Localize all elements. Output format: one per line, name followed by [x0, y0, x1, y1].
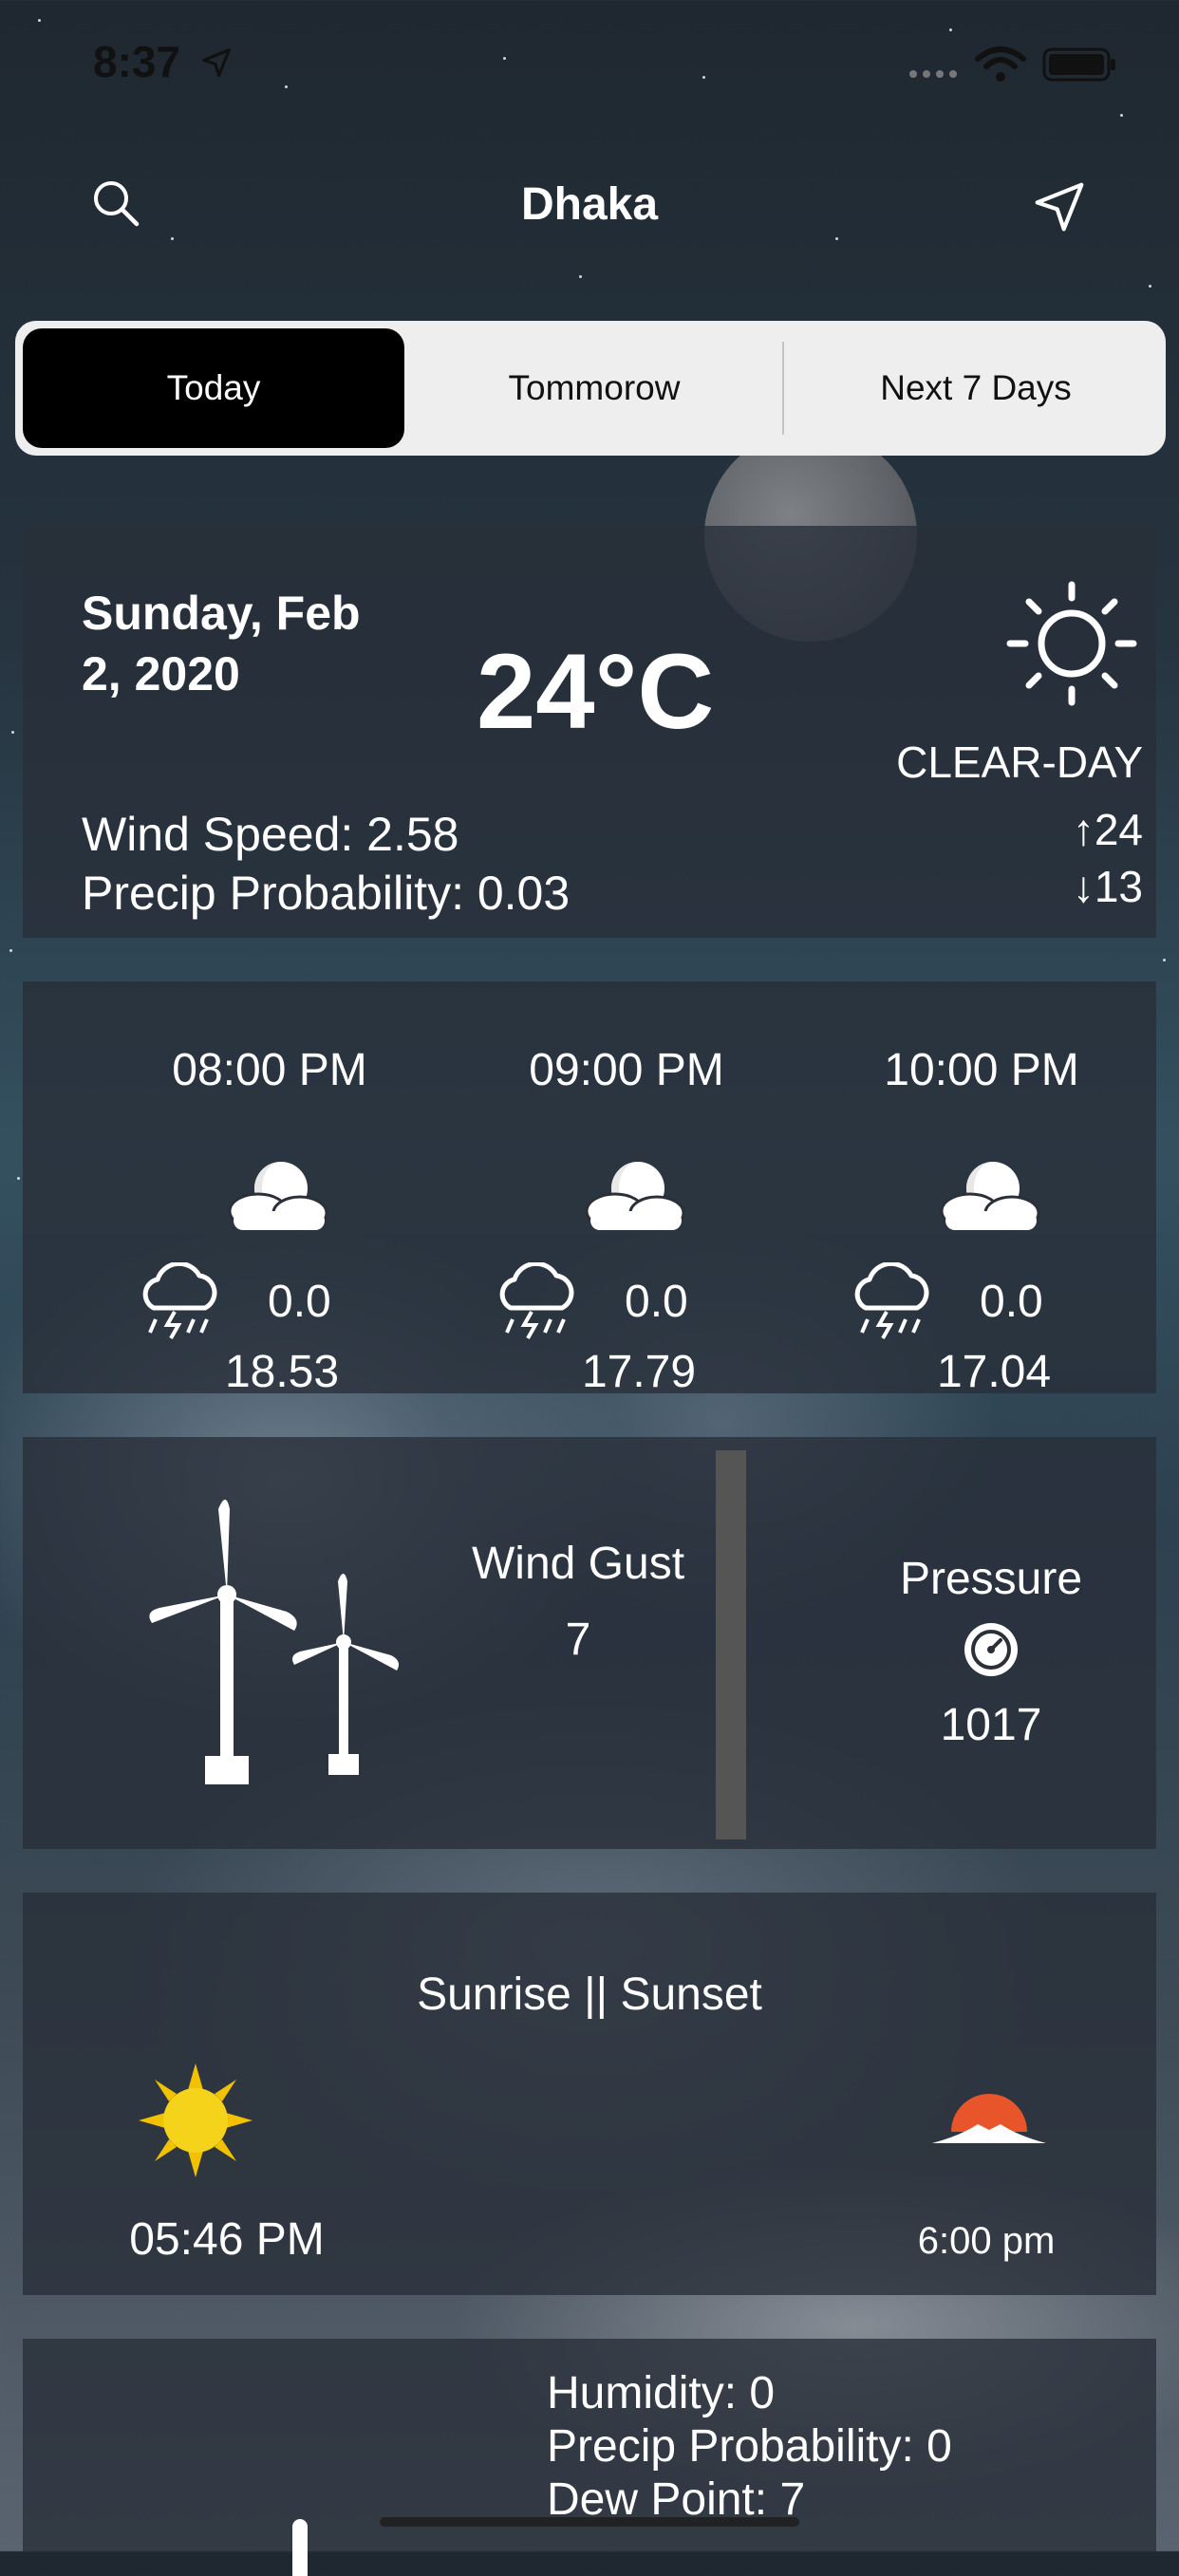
city-title: Dhaka	[520, 179, 659, 230]
hour-temp: 17.79	[581, 1347, 697, 1397]
date-line-1: Sunday, Feb	[82, 587, 361, 640]
cellular-signal-icon	[909, 70, 957, 78]
low-temp: ↓13	[1072, 862, 1143, 911]
thunderstorm-icon	[142, 1262, 217, 1339]
high-low: ↑24 ↓13	[1073, 801, 1143, 915]
wind-pressure-card: Wind Gust 7 Pressure 1017	[23, 1437, 1156, 1849]
sunset-icon	[932, 2094, 1046, 2143]
sunrise-sunset-card: Sunrise || Sunset 05:46 PM 6:00 pm	[23, 1893, 1156, 2295]
tab-tomorrow[interactable]: Tommorow	[404, 321, 784, 456]
location-arrow-icon[interactable]	[1033, 180, 1086, 233]
sunset-time: 6:00 pm	[917, 2220, 1056, 2262]
date-label: Sunday, Feb 2, 2020	[82, 583, 361, 704]
sun-outline-icon	[1006, 581, 1137, 706]
thermometer-icon	[292, 2519, 308, 2576]
tab-next-7-days[interactable]: Next 7 Days	[786, 321, 1166, 456]
day-segmented-control: Today Tommorow Next 7 Days	[15, 321, 1166, 456]
partly-cloudy-night-icon	[585, 1162, 685, 1231]
precip-probability-label: Precip Probability: 0.03	[82, 867, 571, 920]
hour-time: 09:00 PM	[529, 1045, 724, 1095]
pressure-label: Pressure	[899, 1554, 1083, 1604]
high-temp: ↑24	[1072, 805, 1143, 854]
thunderstorm-icon	[854, 1262, 929, 1339]
sunrise-time: 05:46 PM	[129, 2214, 325, 2265]
thunderstorm-icon	[499, 1262, 574, 1339]
wifi-icon	[975, 47, 1026, 82]
battery-icon	[1042, 47, 1115, 82]
wind-turbine-icon	[149, 1500, 399, 1784]
location-services-icon	[202, 48, 231, 77]
card-divider	[716, 1450, 746, 1839]
segment-divider	[782, 342, 784, 435]
tab-today[interactable]: Today	[23, 328, 404, 448]
hour-precip: 0.0	[625, 1277, 688, 1327]
status-bar: 8:37	[0, 0, 1179, 123]
hour-time: 10:00 PM	[884, 1045, 1079, 1095]
hour-temp: 18.53	[224, 1347, 340, 1397]
sunrise-icon	[139, 2063, 253, 2177]
wind-speed-label: Wind Speed: 2.58	[82, 808, 459, 861]
current-temperature: 24°C	[477, 632, 715, 751]
pressure-value: 1017	[940, 1700, 1042, 1750]
hour-time: 08:00 PM	[172, 1045, 367, 1095]
condition-label: CLEAR-DAY	[896, 737, 1143, 787]
pressure-gauge-icon	[964, 1623, 1018, 1676]
date-line-2: 2, 2020	[82, 647, 240, 700]
sunrise-sunset-title: Sunrise || Sunset	[417, 1969, 762, 2020]
hour-precip: 0.0	[268, 1277, 331, 1327]
hourly-forecast-card: 08:00 PM 0.0 18.53 09:00 PM 0.0 17.79 10…	[23, 981, 1156, 1397]
hour-temp: 17.04	[936, 1347, 1052, 1397]
precip-probability-detail: Precip Probability: 0	[547, 2421, 952, 2472]
today-summary-card: Sunday, Feb 2, 2020 24°C CLEAR-DAY ↑24 ↓…	[23, 526, 1156, 938]
status-time: 8:37	[93, 37, 181, 86]
partly-cloudy-night-icon	[228, 1162, 328, 1231]
wind-gust-label: Wind Gust	[471, 1539, 685, 1589]
wind-gust-value: 7	[565, 1615, 591, 1665]
home-indicator[interactable]	[380, 2517, 799, 2527]
partly-cloudy-night-icon	[940, 1162, 1040, 1231]
humidity-label: Humidity: 0	[547, 2368, 776, 2418]
hour-precip: 0.0	[980, 1277, 1043, 1327]
